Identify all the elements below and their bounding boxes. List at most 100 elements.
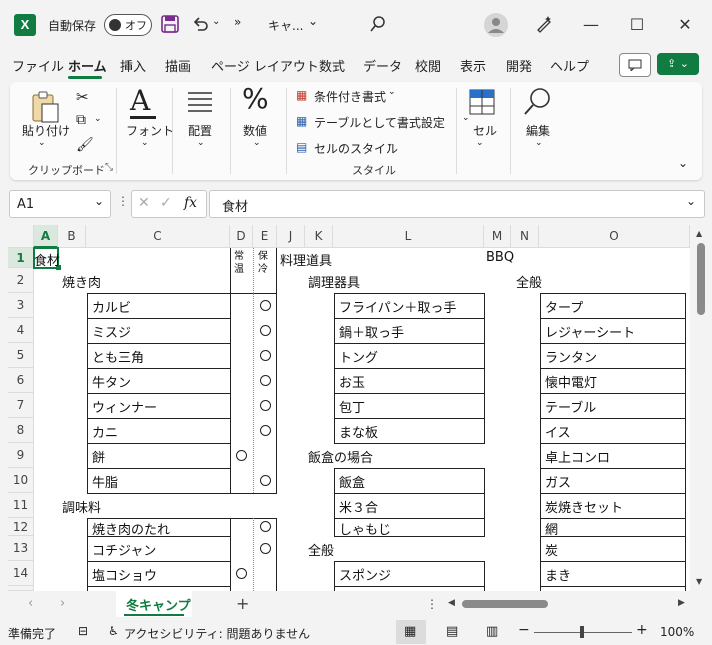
zoom-in-icon[interactable]: + — [636, 622, 648, 638]
list-item[interactable]: 餅 — [92, 447, 105, 466]
editing-label[interactable]: 編集 — [526, 122, 550, 139]
column-header-c[interactable]: C — [86, 225, 230, 248]
list-item[interactable]: カルビ — [92, 297, 131, 316]
list-item[interactable]: イス — [545, 422, 571, 441]
list-item[interactable]: 卓上コンロ — [545, 447, 610, 466]
horizontal-scroll-thumb[interactable] — [462, 600, 548, 608]
maximize-button[interactable]: ☐ — [614, 0, 660, 50]
cut-icon[interactable]: ✂ — [76, 88, 89, 106]
tab-draw[interactable]: 描画 — [165, 56, 191, 75]
tab-page-layout[interactable]: ページ レイアウト — [211, 56, 319, 75]
list-item[interactable]: 懐中電灯 — [545, 372, 597, 391]
formula-input[interactable]: 食材 ⌄ — [209, 190, 705, 218]
select-all-corner[interactable] — [8, 225, 34, 248]
comments-button[interactable] — [619, 53, 651, 77]
percent-icon[interactable]: % — [242, 82, 269, 115]
conditional-format-button[interactable]: 条件付き書式 — [314, 88, 386, 105]
collapse-ribbon-icon[interactable]: ⌄ — [678, 156, 688, 170]
cells-dropdown-icon[interactable]: ⌄ — [476, 138, 484, 148]
cells-label[interactable]: セル — [473, 122, 497, 139]
cell-a1[interactable]: 食材 — [34, 250, 60, 269]
zoom-slider-thumb[interactable] — [580, 626, 584, 638]
prev-sheet-icon[interactable]: ‹ — [28, 596, 33, 611]
tab-developer[interactable]: 開発 — [506, 56, 532, 75]
save-icon[interactable] — [160, 14, 180, 34]
enter-icon[interactable]: ✓ — [160, 195, 172, 211]
format-painter-icon[interactable]: 🖌 — [76, 137, 94, 153]
designer-icon[interactable] — [534, 14, 554, 34]
copy-dropdown-icon[interactable]: ⌄ — [94, 114, 102, 124]
list-item[interactable]: テーブル — [545, 397, 596, 416]
tab-formulas[interactable]: 数式 — [319, 56, 345, 75]
sheet-tab-active[interactable]: 冬キャンプ — [116, 591, 192, 617]
paste-label[interactable]: 貼り付け — [22, 122, 70, 139]
cell-k2[interactable]: 調理器具 — [308, 272, 360, 291]
list-item[interactable]: しゃもじ — [339, 519, 391, 538]
vertical-scroll-thumb[interactable] — [697, 243, 705, 315]
list-item[interactable]: 鍋＋取っ手 — [339, 322, 404, 341]
tab-help[interactable]: ヘルプ — [550, 56, 589, 75]
spreadsheet-grid[interactable]: A B C D E J K L M N O 1 2 3 4 5 6 7 8 9 … — [8, 225, 690, 591]
cancel-icon[interactable]: ✕ — [138, 195, 150, 211]
cell-j1[interactable]: 料理道具 — [280, 250, 332, 269]
row-header-1[interactable]: 1 — [8, 248, 34, 268]
scroll-up-icon[interactable]: ▲ — [696, 229, 702, 238]
alignment-dropdown-icon[interactable]: ⌄ — [197, 138, 205, 148]
column-header-e[interactable]: E — [253, 225, 277, 248]
list-item[interactable]: レジャーシート — [545, 322, 635, 341]
paste-icon[interactable] — [30, 90, 60, 124]
cell-b2[interactable]: 焼き肉 — [62, 272, 101, 291]
tab-home[interactable]: ホーム — [68, 56, 107, 75]
name-box-dropdown-icon[interactable]: ⌄ — [94, 194, 104, 208]
add-sheet-icon[interactable]: + — [236, 594, 249, 613]
sheet-options-icon[interactable]: ⋮ — [426, 597, 438, 611]
editing-dropdown-icon[interactable]: ⌄ — [535, 138, 543, 148]
undo-dropdown-icon[interactable]: ⌄ — [212, 16, 220, 27]
column-header-o[interactable]: O — [539, 225, 690, 248]
row-header-11[interactable]: 11 — [8, 493, 34, 518]
cell-m1[interactable]: BBQ — [486, 250, 514, 265]
scroll-down-icon[interactable]: ▼ — [696, 577, 702, 586]
tab-view[interactable]: 表示 — [460, 56, 486, 75]
column-header-n[interactable]: N — [511, 225, 539, 248]
normal-view-button[interactable]: ▦ — [396, 620, 426, 644]
list-item[interactable]: 炭焼きセット — [545, 497, 623, 516]
cell-k9[interactable]: 飯盒の場合 — [308, 447, 373, 466]
cell-d1[interactable]: 常温 — [234, 250, 248, 276]
column-header-l[interactable]: L — [333, 225, 484, 248]
column-header-b[interactable]: B — [58, 225, 86, 248]
tab-insert[interactable]: 挿入 — [120, 56, 146, 75]
undo-icon[interactable] — [190, 14, 210, 34]
row-header-3[interactable]: 3 — [8, 293, 34, 318]
minimize-button[interactable]: — — [568, 0, 614, 50]
number-dropdown-icon[interactable]: ⌄ — [253, 138, 261, 148]
accessibility-icon[interactable]: ♿ — [108, 624, 119, 638]
list-item[interactable]: ミスジ — [92, 322, 131, 341]
row-header-6[interactable]: 6 — [8, 368, 34, 393]
list-item[interactable]: ガス — [545, 472, 571, 491]
share-button[interactable]: ⇪ ⌄ — [657, 53, 699, 75]
zoom-level[interactable]: 100% — [660, 625, 694, 639]
tab-review[interactable]: 校閲 — [415, 56, 441, 75]
font-dropdown-icon[interactable]: ⌄ — [141, 138, 149, 148]
table-format-button[interactable]: テーブルとして書式設定 — [314, 114, 445, 131]
cells-icon[interactable] — [468, 88, 496, 116]
vertical-scrollbar[interactable]: ▲ ▼ — [690, 225, 712, 591]
list-item[interactable]: 炭 — [545, 540, 558, 559]
list-item[interactable]: 包丁 — [339, 397, 365, 416]
column-header-m[interactable]: M — [484, 225, 511, 248]
row-header-2[interactable]: 2 — [8, 268, 34, 293]
list-item[interactable]: 米３合 — [339, 497, 378, 516]
column-header-j[interactable]: J — [277, 225, 305, 248]
page-layout-view-icon[interactable]: ▤ — [446, 624, 458, 639]
cell-e1[interactable]: 保冷 — [258, 250, 272, 276]
list-item[interactable]: タープ — [545, 297, 583, 316]
name-box[interactable]: A1 ⌄ — [9, 190, 111, 218]
tab-data[interactable]: データ — [363, 56, 402, 75]
column-header-d[interactable]: D — [230, 225, 253, 248]
list-item[interactable]: 牛タン — [92, 372, 131, 391]
list-item[interactable]: フライパン＋取っ手 — [339, 297, 456, 316]
list-item[interactable]: 塩コショウ — [92, 565, 157, 584]
cell-k13[interactable]: 全般 — [308, 540, 334, 559]
cell-style-dropdown-icon[interactable]: ⌄ — [386, 139, 394, 149]
